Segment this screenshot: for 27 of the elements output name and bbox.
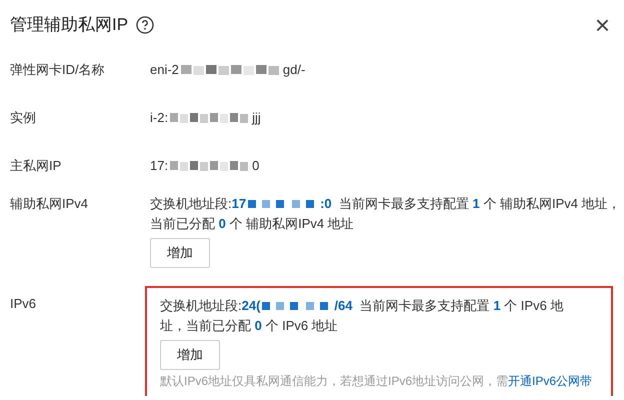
- field-value: i-2:: [150, 109, 168, 128]
- field-value: gd/-: [282, 61, 306, 80]
- dialog-title: 管理辅助私网IP: [10, 14, 128, 36]
- subnet-info: 交换机地址段:24(: [160, 297, 260, 315]
- redaction-mosaic-icon: [170, 161, 250, 171]
- quota-info: 当前已分配 0 个 辅助私网IPv4 地址: [150, 215, 354, 233]
- redaction-mosaic-icon: [170, 113, 250, 123]
- field-label: 主私网IP: [9, 157, 62, 176]
- quota-info: /64 当前网卡最多支持配置 1 个 IPv6 地: [334, 297, 564, 315]
- field-value: jjj: [252, 109, 261, 128]
- add-button[interactable]: 增加: [150, 238, 210, 268]
- field-label: 实例: [9, 109, 37, 128]
- field-label: 弹性网卡ID/名称: [9, 61, 106, 80]
- redaction-mosaic-icon: [180, 65, 281, 75]
- quota-info: 址，当前已分配 0 个 IPv6 地址: [160, 317, 338, 335]
- field-value: 0: [252, 157, 260, 176]
- subnet-info: 交换机地址段:17: [150, 195, 246, 213]
- close-button[interactable]: ×: [590, 12, 614, 38]
- field-label: 辅助私网IPv4: [9, 195, 90, 213]
- help-icon[interactable]: [136, 16, 154, 34]
- note-text: 默认IPv6地址仅具私网通信能力，若想通过IPv6地址访问公网，需: [160, 374, 508, 388]
- quota-info: :0 当前网卡最多支持配置 1 个 辅助私网IPv4 地址，: [320, 195, 621, 213]
- field-label: IPv6: [9, 295, 38, 313]
- add-button[interactable]: 增加: [160, 340, 220, 370]
- field-value: eni-2: [150, 61, 179, 80]
- field-value: 17:: [150, 157, 168, 176]
- note-link[interactable]: 开通IPv6公网带: [508, 374, 592, 388]
